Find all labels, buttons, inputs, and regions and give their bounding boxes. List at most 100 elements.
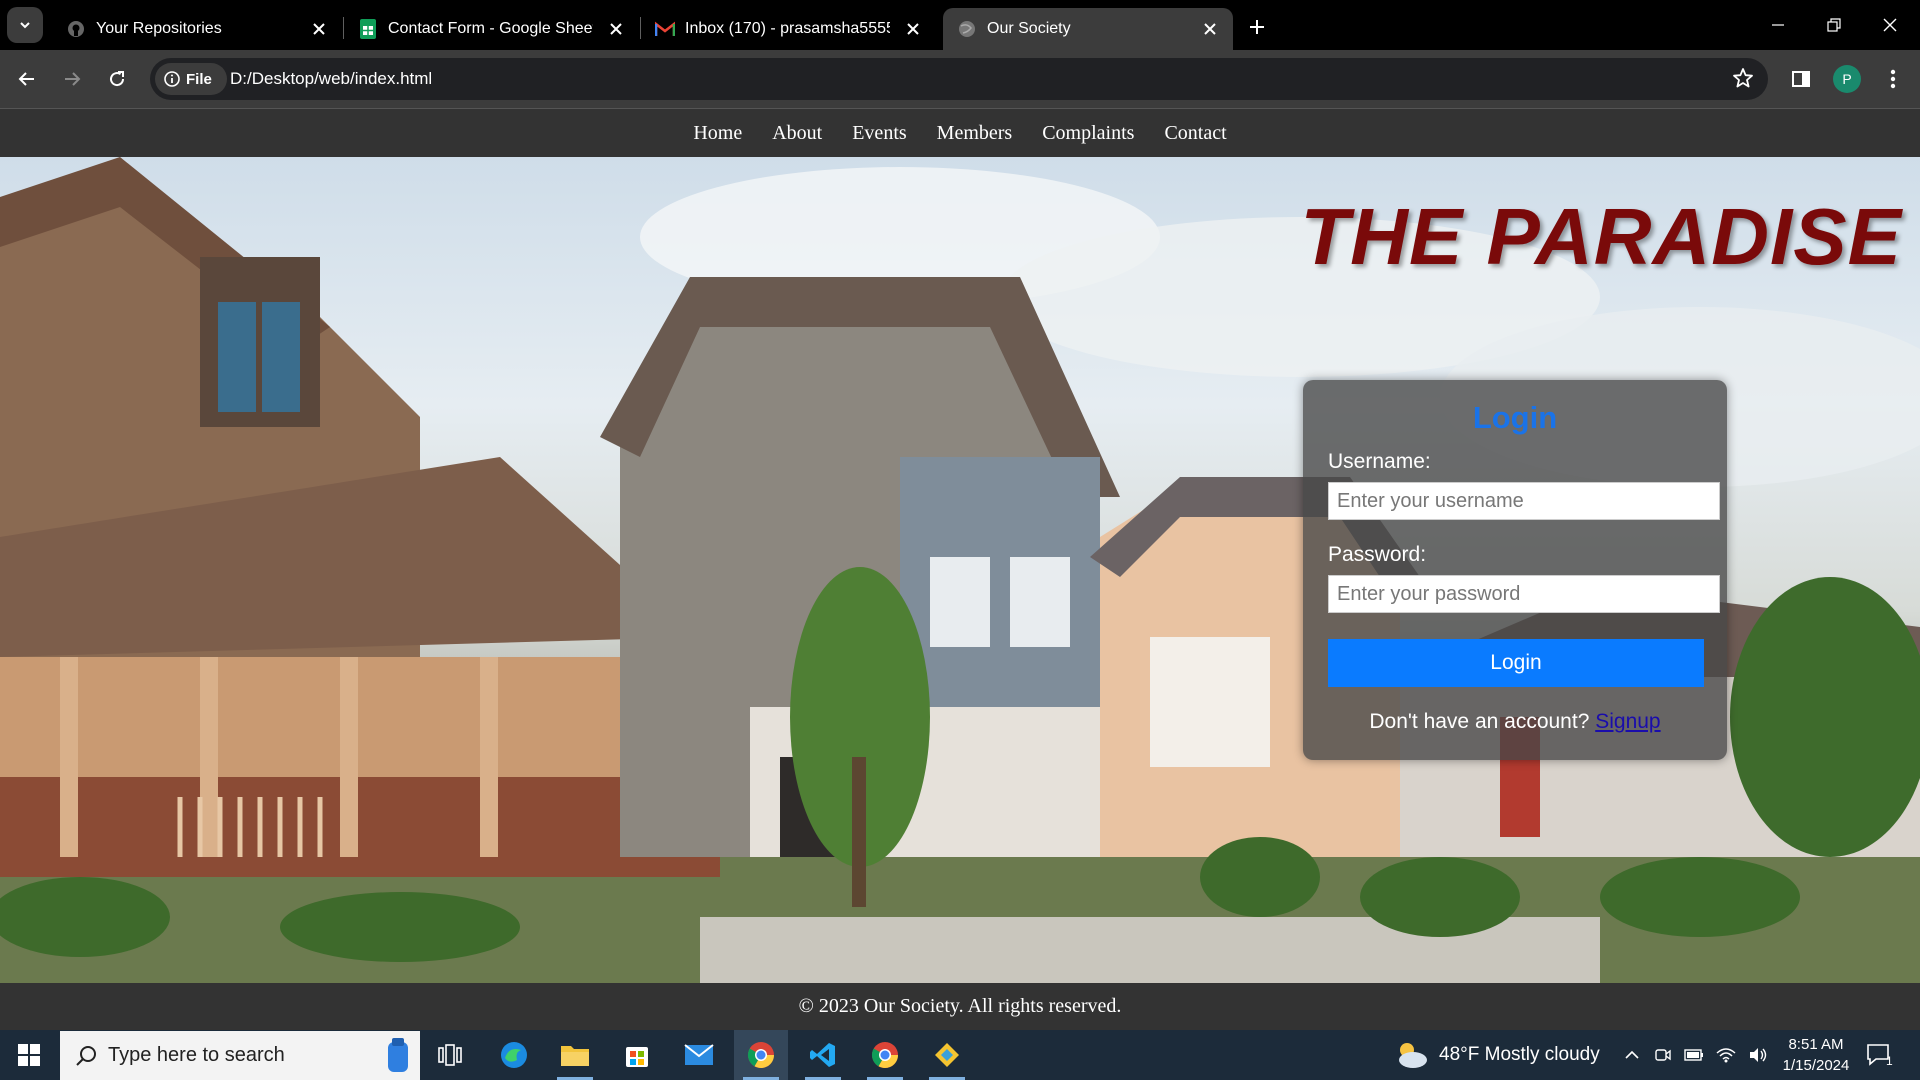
page-content: Home About Events Members Complaints Con… (0, 108, 1920, 1030)
mail-icon (684, 1044, 714, 1065)
login-title: Login (1472, 400, 1558, 435)
footer-copyright: © 2023 Our Society. All rights reserved. (798, 995, 1122, 1017)
url-text[interactable]: D:/Desktop/web/index.html (230, 69, 432, 89)
browser-menu-button[interactable] (1875, 61, 1911, 97)
username-input[interactable] (1328, 482, 1720, 520)
nav-events[interactable]: Events (852, 122, 906, 145)
reload-icon (110, 71, 125, 87)
site-info-chip[interactable]: File (155, 63, 227, 95)
battery-icon[interactable] (1684, 1048, 1704, 1062)
tab-title: Contact Form - Google Sheets (388, 20, 593, 37)
close-icon (1883, 18, 1897, 32)
taskbar-edge[interactable] (487, 1030, 541, 1080)
task-view-icon (438, 1044, 462, 1066)
password-label: Password: (1328, 543, 1427, 566)
taskbar-search-box[interactable]: Type here to search (60, 1031, 420, 1080)
minimize-button[interactable] (1750, 0, 1806, 50)
clock-date: 1/15/2024 (1782, 1057, 1850, 1074)
gmail-icon (655, 19, 675, 39)
password-input[interactable] (1328, 575, 1720, 613)
system-tray (1624, 1030, 1768, 1080)
more-vert-icon (1890, 69, 1896, 89)
folder-icon (561, 1046, 589, 1066)
github-icon (66, 19, 86, 39)
username-label: Username: (1328, 450, 1431, 473)
taskbar-chrome-active[interactable] (734, 1030, 788, 1080)
chevron-up-icon[interactable] (1624, 1047, 1640, 1063)
taskbar-store[interactable] (610, 1030, 664, 1080)
address-bar[interactable]: File D:/Desktop/web/index.html (150, 58, 1768, 100)
notification-center-button[interactable]: 1 (1866, 1030, 1893, 1080)
windows-logo-icon (18, 1044, 40, 1066)
volume-icon[interactable] (1748, 1047, 1768, 1063)
chrome-icon (871, 1042, 899, 1069)
browser-toolbar: File D:/Desktop/web/index.html P (0, 50, 1920, 108)
browser-tabstrip: Your Repositories Contact Form - Google … (0, 0, 1920, 50)
tab-our-society[interactable]: Our Society (943, 8, 1233, 50)
tab-search-button[interactable] (7, 7, 43, 43)
taskbar-chrome-profile[interactable] (858, 1030, 912, 1080)
tab-contact-form[interactable]: Contact Form - Google Sheets (344, 8, 639, 50)
reload-button[interactable] (99, 61, 135, 97)
tab-title: Our Society (987, 20, 1071, 37)
clock-time: 8:51 AM (1788, 1036, 1844, 1053)
store-icon (626, 1047, 648, 1067)
close-tab-icon[interactable] (900, 16, 926, 42)
nav-home[interactable]: Home (693, 122, 742, 145)
site-footer: © 2023 Our Society. All rights reserved. (0, 983, 1920, 1030)
back-button[interactable] (9, 61, 45, 97)
task-view-button[interactable] (423, 1030, 477, 1080)
side-panel-icon (1792, 71, 1810, 87)
close-window-button[interactable] (1862, 0, 1918, 50)
bookmark-star-icon[interactable] (1732, 67, 1754, 94)
nav-about[interactable]: About (772, 122, 822, 145)
arrow-left-icon (18, 72, 34, 86)
taskbar-mail[interactable] (672, 1030, 726, 1080)
start-button[interactable] (0, 1030, 58, 1080)
chevron-down-icon (20, 22, 30, 29)
brand-title: THE PARADISE (1300, 192, 1902, 281)
forward-button[interactable] (54, 61, 90, 97)
signup-prompt: Don't have an account? Signup (1303, 710, 1727, 734)
nav-complaints[interactable]: Complaints (1042, 122, 1134, 145)
weather-text: 48°F Mostly cloudy (1439, 1044, 1600, 1065)
signup-link[interactable]: Signup (1595, 710, 1660, 733)
chrome-icon (747, 1042, 775, 1069)
meet-now-icon[interactable] (1654, 1046, 1672, 1064)
plus-icon (1250, 20, 1264, 34)
info-icon (164, 71, 180, 87)
close-tab-icon[interactable] (1197, 16, 1223, 42)
login-button[interactable]: Login (1328, 639, 1704, 687)
sheets-icon (358, 19, 378, 39)
taskbar-git-tool[interactable] (920, 1030, 974, 1080)
close-tab-icon[interactable] (306, 16, 332, 42)
taskbar-file-explorer[interactable] (548, 1030, 602, 1080)
search-icon (76, 1046, 96, 1066)
search-highlight-icon (388, 1038, 408, 1072)
restore-button[interactable] (1806, 0, 1862, 50)
vscode-icon (810, 1043, 835, 1067)
notification-count: 1 (1886, 1054, 1893, 1068)
search-placeholder: Type here to search (108, 1044, 285, 1066)
nav-members[interactable]: Members (937, 122, 1013, 145)
nav-contact[interactable]: Contact (1164, 122, 1226, 145)
cloudy-weather-icon (1399, 1043, 1427, 1068)
login-form: Login Username: Password: Login Don't ha… (1303, 380, 1727, 760)
signup-prompt-text: Don't have an account? (1369, 710, 1590, 733)
tab-title: Your Repositories (96, 20, 222, 37)
windows-taskbar: Type here to search 48°F Mostly cloudy 8… (0, 1030, 1920, 1080)
restore-icon (1827, 18, 1841, 32)
site-chip-label: File (186, 70, 212, 88)
tab-your-repositories[interactable]: Your Repositories (52, 8, 342, 50)
tab-title: Inbox (170) - prasamsha5555@ (685, 20, 890, 37)
taskbar-clock[interactable]: 8:51 AM 1/15/2024 (1770, 1034, 1862, 1076)
weather-widget[interactable]: 48°F Mostly cloudy (1393, 1030, 1600, 1080)
new-tab-button[interactable] (1240, 10, 1274, 44)
taskbar-vscode[interactable] (796, 1030, 850, 1080)
tab-gmail-inbox[interactable]: Inbox (170) - prasamsha5555@ (641, 8, 936, 50)
arrow-right-icon (65, 72, 81, 86)
side-panel-button[interactable] (1783, 61, 1819, 97)
profile-avatar[interactable]: P (1833, 65, 1861, 93)
wifi-icon[interactable] (1716, 1047, 1736, 1063)
close-tab-icon[interactable] (603, 16, 629, 42)
